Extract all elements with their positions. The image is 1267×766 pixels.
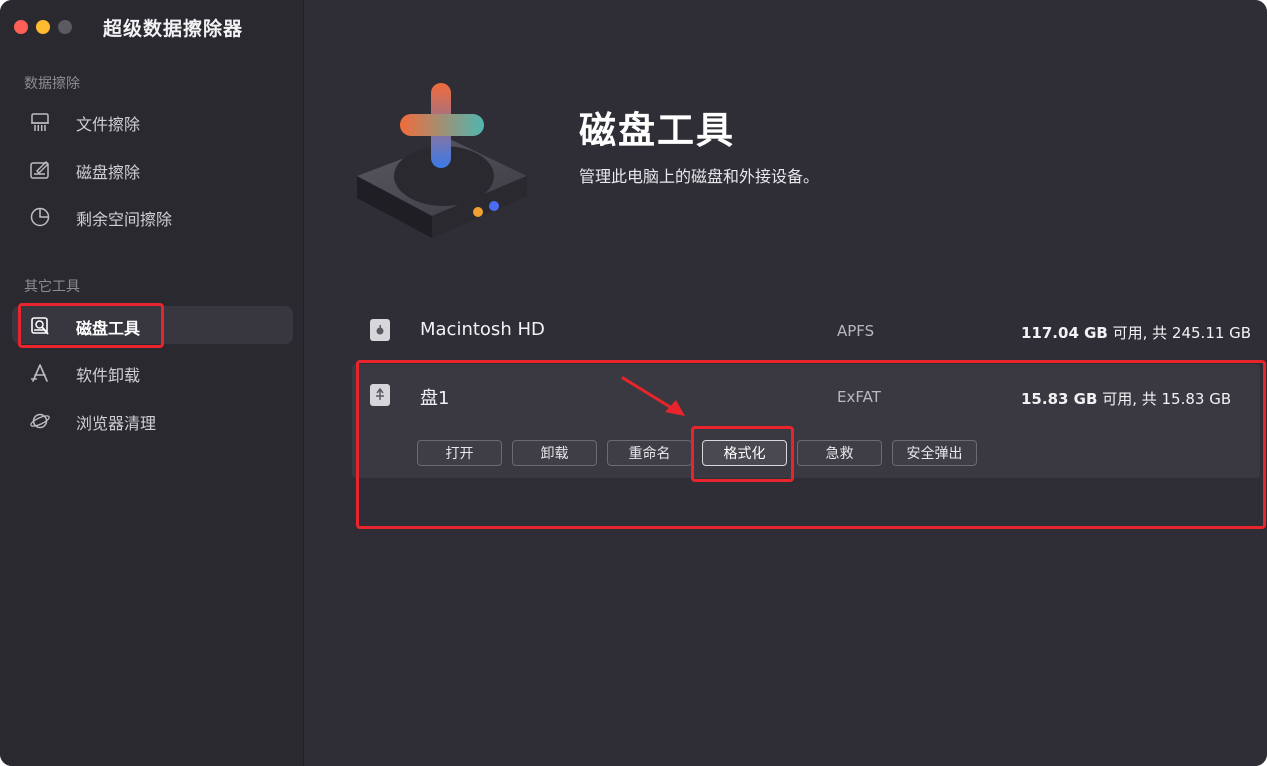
main-panel: 磁盘工具 管理此电脑上的磁盘和外接设备。 Macintosh HD APFS 1… bbox=[304, 0, 1267, 766]
section-title-data-erase: 数据擦除 bbox=[24, 76, 80, 92]
app-uninstall-icon bbox=[31, 364, 48, 382]
shredder-icon bbox=[31, 113, 49, 131]
sidebar-item-label: 软件卸载 bbox=[76, 366, 141, 385]
disk-capacity-text: 可用, 共 15.83 GB bbox=[1097, 390, 1232, 408]
sidebar-item-app-uninstall[interactable]: 软件卸载 bbox=[12, 353, 293, 391]
disk-tool-icon bbox=[31, 317, 49, 335]
format-button[interactable]: 格式化 bbox=[702, 440, 787, 466]
disk-tool-illustration-icon bbox=[357, 83, 527, 238]
sidebar-item-label: 浏览器清理 bbox=[76, 414, 157, 433]
app-window: 超级数据擦除器 数据擦除 文件擦除 磁盘擦除 剩余空间擦除 其它工具 磁盘工具 … bbox=[0, 0, 1267, 766]
usb-disk-icon bbox=[370, 384, 390, 406]
apple-disk-icon bbox=[370, 319, 390, 341]
unmount-button[interactable]: 卸载 bbox=[512, 440, 597, 466]
disk-available: 15.83 GB bbox=[1021, 390, 1098, 408]
app-title: 超级数据擦除器 bbox=[103, 18, 244, 40]
sidebar-item-label: 磁盘工具 bbox=[76, 319, 141, 338]
sidebar-item-browser-clean[interactable]: 浏览器清理 bbox=[12, 401, 293, 439]
open-button[interactable]: 打开 bbox=[417, 440, 502, 466]
disk-name: 盘1 bbox=[420, 388, 450, 409]
disk-filesystem: ExFAT bbox=[837, 388, 881, 406]
section-title-other-tools: 其它工具 bbox=[24, 279, 80, 295]
sidebar-item-file-erase[interactable]: 文件擦除 bbox=[12, 102, 293, 140]
sidebar-item-disk-erase[interactable]: 磁盘擦除 bbox=[12, 150, 293, 188]
disk-erase-icon bbox=[30, 161, 49, 179]
rename-button[interactable]: 重命名 bbox=[607, 440, 692, 466]
sidebar-item-label: 剩余空间擦除 bbox=[76, 210, 173, 229]
pie-chart-icon bbox=[30, 207, 50, 227]
annotation-arrow-icon bbox=[621, 376, 685, 416]
page-subtitle: 管理此电脑上的磁盘和外接设备。 bbox=[579, 167, 820, 186]
zoom-window-button[interactable] bbox=[58, 20, 72, 34]
disk-capacity-text: 可用, 共 245.11 GB bbox=[1107, 324, 1252, 342]
disk-capacity: 117.04 GB 可用, 共 245.11 GB bbox=[1021, 322, 1251, 343]
window-controls bbox=[14, 20, 72, 34]
eject-button[interactable]: 安全弹出 bbox=[892, 440, 977, 466]
close-window-button[interactable] bbox=[14, 20, 28, 34]
sidebar-item-disk-tool[interactable]: 磁盘工具 bbox=[12, 306, 293, 344]
disk-capacity: 15.83 GB 可用, 共 15.83 GB bbox=[1021, 388, 1231, 409]
first-aid-button[interactable]: 急救 bbox=[797, 440, 882, 466]
sidebar-item-label: 文件擦除 bbox=[76, 115, 141, 134]
sidebar-item-free-space-erase[interactable]: 剩余空间擦除 bbox=[12, 197, 293, 235]
sidebar-item-label: 磁盘擦除 bbox=[76, 163, 141, 182]
sidebar: 超级数据擦除器 数据擦除 文件擦除 磁盘擦除 剩余空间擦除 其它工具 磁盘工具 … bbox=[0, 0, 304, 766]
planet-icon bbox=[30, 413, 50, 429]
disk-name: Macintosh HD bbox=[420, 319, 545, 340]
disk-filesystem: APFS bbox=[837, 322, 875, 340]
minimize-window-button[interactable] bbox=[36, 20, 50, 34]
page-title: 磁盘工具 bbox=[579, 109, 735, 152]
disk-row-macintosh-hd[interactable]: Macintosh HD APFS 117.04 GB 可用, 共 245.11… bbox=[352, 305, 1260, 357]
disk-available: 117.04 GB bbox=[1021, 324, 1108, 342]
